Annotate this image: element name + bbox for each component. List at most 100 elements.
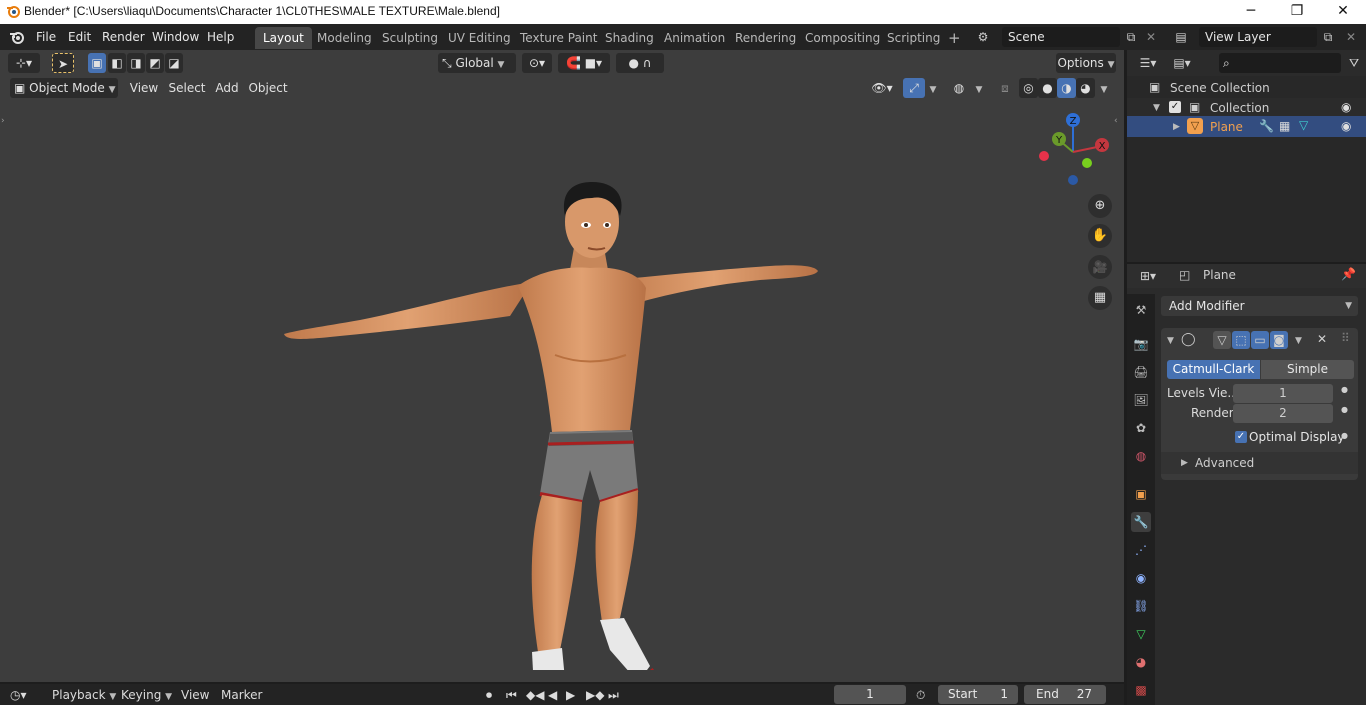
gizmo-neg-z-axis[interactable] <box>1068 175 1078 185</box>
pan-hand-icon[interactable]: ✋ <box>1088 224 1112 248</box>
collection-checkbox[interactable]: ✓ <box>1169 101 1181 113</box>
tab-modeling[interactable]: Modeling <box>309 27 380 49</box>
filter-icon[interactable]: ⛛ <box>1343 53 1365 73</box>
outliner-row-plane[interactable]: ▶ ▽ Plane 🔧 ▦ ▽ ◉ <box>1127 116 1366 137</box>
zoom-icon[interactable]: ⊕ <box>1088 194 1112 218</box>
end-frame-input[interactable]: End 27 <box>1024 685 1106 704</box>
tab-texture-paint[interactable]: Texture Paint <box>512 27 605 49</box>
modifier-tab-icon[interactable]: 🔧 <box>1131 512 1151 532</box>
gizmo-dropdown-icon[interactable]: ▼ <box>926 78 940 98</box>
timeline-view-menu[interactable]: View <box>181 686 209 704</box>
eye-icon[interactable]: ◉ <box>1341 100 1351 114</box>
snap-toggle-icon[interactable]: 🧲 ■▾ <box>558 53 610 73</box>
keying-menu[interactable]: Keying ▼ <box>121 686 172 704</box>
add-workspace-button[interactable]: + <box>940 27 969 49</box>
shading-wireframe-icon[interactable]: ◎ <box>1019 78 1038 98</box>
viewport-menu-object[interactable]: Object <box>246 78 290 98</box>
tool-tab-icon[interactable]: ⚒ <box>1131 300 1151 320</box>
vertex-groups-icon[interactable]: ▦ <box>1279 119 1290 133</box>
modifier-options-chevron-icon[interactable]: ▼ <box>1295 336 1302 346</box>
add-modifier-dropdown[interactable]: Add Modifier ▼ <box>1161 296 1358 316</box>
jump-start-icon[interactable]: ⏮ <box>506 686 517 704</box>
viewport-menu-add[interactable]: Add <box>212 78 242 98</box>
start-frame-input[interactable]: Start 1 <box>938 685 1018 704</box>
texture-tab-icon[interactable]: ▩ <box>1131 680 1151 700</box>
tab-uv-editing[interactable]: UV Editing <box>440 27 519 49</box>
menu-edit[interactable]: Edit <box>64 28 95 46</box>
render-tab-icon[interactable]: 📷 <box>1131 334 1151 354</box>
perspective-toggle-icon[interactable]: ▦ <box>1088 286 1112 310</box>
eye-icon[interactable]: ◉ <box>1341 119 1351 133</box>
play-reverse-icon[interactable]: ◀ <box>548 686 557 704</box>
constraints-tab-icon[interactable]: ⛓ <box>1131 596 1151 616</box>
material-tab-icon[interactable]: ◕ <box>1131 652 1151 672</box>
select-mode-extend-icon[interactable]: ◧ <box>108 53 126 73</box>
render-toggle-icon[interactable]: ◙ <box>1270 331 1288 349</box>
data-tab-icon[interactable]: ▽ <box>1131 624 1151 644</box>
menu-file[interactable]: File <box>32 28 60 46</box>
edit-mode-toggle-icon[interactable]: ▽ <box>1213 331 1231 349</box>
prev-keyframe-icon[interactable]: ◆◀ <box>526 686 544 704</box>
expand-arrow-icon[interactable]: ▶ <box>1173 122 1180 132</box>
transform-orientation-dropdown[interactable]: ⤡ Global ▼ <box>438 53 516 73</box>
scene-selector-icon[interactable]: ⚙ <box>972 27 994 47</box>
maximize-button[interactable]: ❐ <box>1274 0 1320 24</box>
viewport-menu-view[interactable]: View <box>128 78 160 98</box>
pin-icon[interactable]: 📌 <box>1341 267 1356 281</box>
scene-name-field[interactable]: Scene <box>1002 27 1120 47</box>
new-view-layer-icon[interactable]: ⧉ <box>1317 27 1339 47</box>
proportional-edit-icon[interactable]: ● ∩ <box>616 53 664 73</box>
overlays-toggle-icon[interactable]: ◍ <box>948 78 970 98</box>
mesh-data-icon[interactable]: ▽ <box>1299 118 1308 132</box>
visibility-filter-icon[interactable]: 👁▾ <box>866 78 898 98</box>
select-tool-icon[interactable]: ➤ <box>52 53 74 73</box>
properties-editor-type-icon[interactable]: ⊞▾ <box>1133 266 1163 286</box>
playback-menu[interactable]: Playback ▼ <box>52 686 116 704</box>
outliner-editor-type-icon[interactable]: ☰▾ <box>1133 53 1163 73</box>
modifier-wrench-icon[interactable]: 🔧 <box>1259 119 1274 133</box>
particles-tab-icon[interactable]: ⋰ <box>1131 540 1151 560</box>
drag-handle-icon[interactable]: ⠿ <box>1341 331 1350 345</box>
tab-compositing[interactable]: Compositing <box>797 27 888 49</box>
outliner-search-input[interactable]: ⌕ <box>1219 53 1341 73</box>
viewport-menu-select[interactable]: Select <box>166 78 208 98</box>
object-tab-icon[interactable]: ▣ <box>1131 484 1151 504</box>
editor-type-icon[interactable]: ⊹▾ <box>8 53 40 73</box>
shading-rendered-icon[interactable]: ◕ <box>1076 78 1095 98</box>
object-mode-dropdown[interactable]: ▣ Object Mode ▼ <box>10 78 118 98</box>
expand-arrow-icon[interactable]: ▼ <box>1153 103 1160 113</box>
advanced-subpanel[interactable]: ▶ Advanced <box>1161 452 1358 474</box>
levels-viewport-input[interactable]: 1 <box>1233 384 1333 403</box>
outliner-display-mode-icon[interactable]: ▤▾ <box>1167 53 1197 73</box>
3d-viewport[interactable]: ⊹▾ ➤ ▣ ◧ ◨ ◩ ◪ ⤡ Global ▼ ⊙▾ 🧲 ■▾ ● ∩ Op… <box>0 50 1124 682</box>
gizmo-toggle-icon[interactable]: ⤢ <box>903 78 925 98</box>
new-scene-icon[interactable]: ⧉ <box>1120 27 1142 47</box>
collapse-arrow-icon[interactable]: ▼ <box>1167 336 1174 346</box>
select-mode-intersect-icon[interactable]: ◪ <box>165 53 183 73</box>
world-tab-icon[interactable]: ◍ <box>1131 446 1151 466</box>
tab-layout[interactable]: Layout <box>255 27 312 49</box>
keyframe-dot-icon[interactable]: ● <box>1341 431 1348 440</box>
render-levels-input[interactable]: 2 <box>1233 404 1333 423</box>
menu-window[interactable]: Window <box>148 28 203 46</box>
select-mode-invert-icon[interactable]: ◩ <box>146 53 164 73</box>
tab-rendering[interactable]: Rendering <box>727 27 804 49</box>
blender-menu-icon[interactable] <box>8 29 26 45</box>
camera-view-icon[interactable]: 🎥 <box>1088 255 1112 279</box>
view-layer-icon[interactable]: ▤ <box>1170 27 1192 47</box>
menu-render[interactable]: Render <box>98 28 149 46</box>
next-keyframe-icon[interactable]: ▶◆ <box>586 686 604 704</box>
shading-material-icon[interactable]: ◑ <box>1057 78 1076 98</box>
catmull-clark-button[interactable]: Catmull-Clark <box>1167 360 1260 379</box>
tab-shading[interactable]: Shading <box>597 27 662 49</box>
simple-button[interactable]: Simple <box>1261 360 1354 379</box>
view-layer-tab-icon[interactable]: 🖼 <box>1131 390 1151 410</box>
optimal-display-checkbox[interactable]: ✓ <box>1235 431 1247 443</box>
current-frame-input[interactable]: 1 <box>834 685 906 704</box>
minimize-button[interactable]: ─ <box>1228 0 1274 24</box>
pivot-point-icon[interactable]: ⊙▾ <box>522 53 552 73</box>
keyframe-dot-icon[interactable]: ● <box>1341 405 1348 414</box>
select-mode-subtract-icon[interactable]: ◨ <box>127 53 145 73</box>
view-layer-field[interactable]: View Layer <box>1199 27 1317 47</box>
navigation-gizmo[interactable]: Z Y X <box>1030 110 1120 190</box>
